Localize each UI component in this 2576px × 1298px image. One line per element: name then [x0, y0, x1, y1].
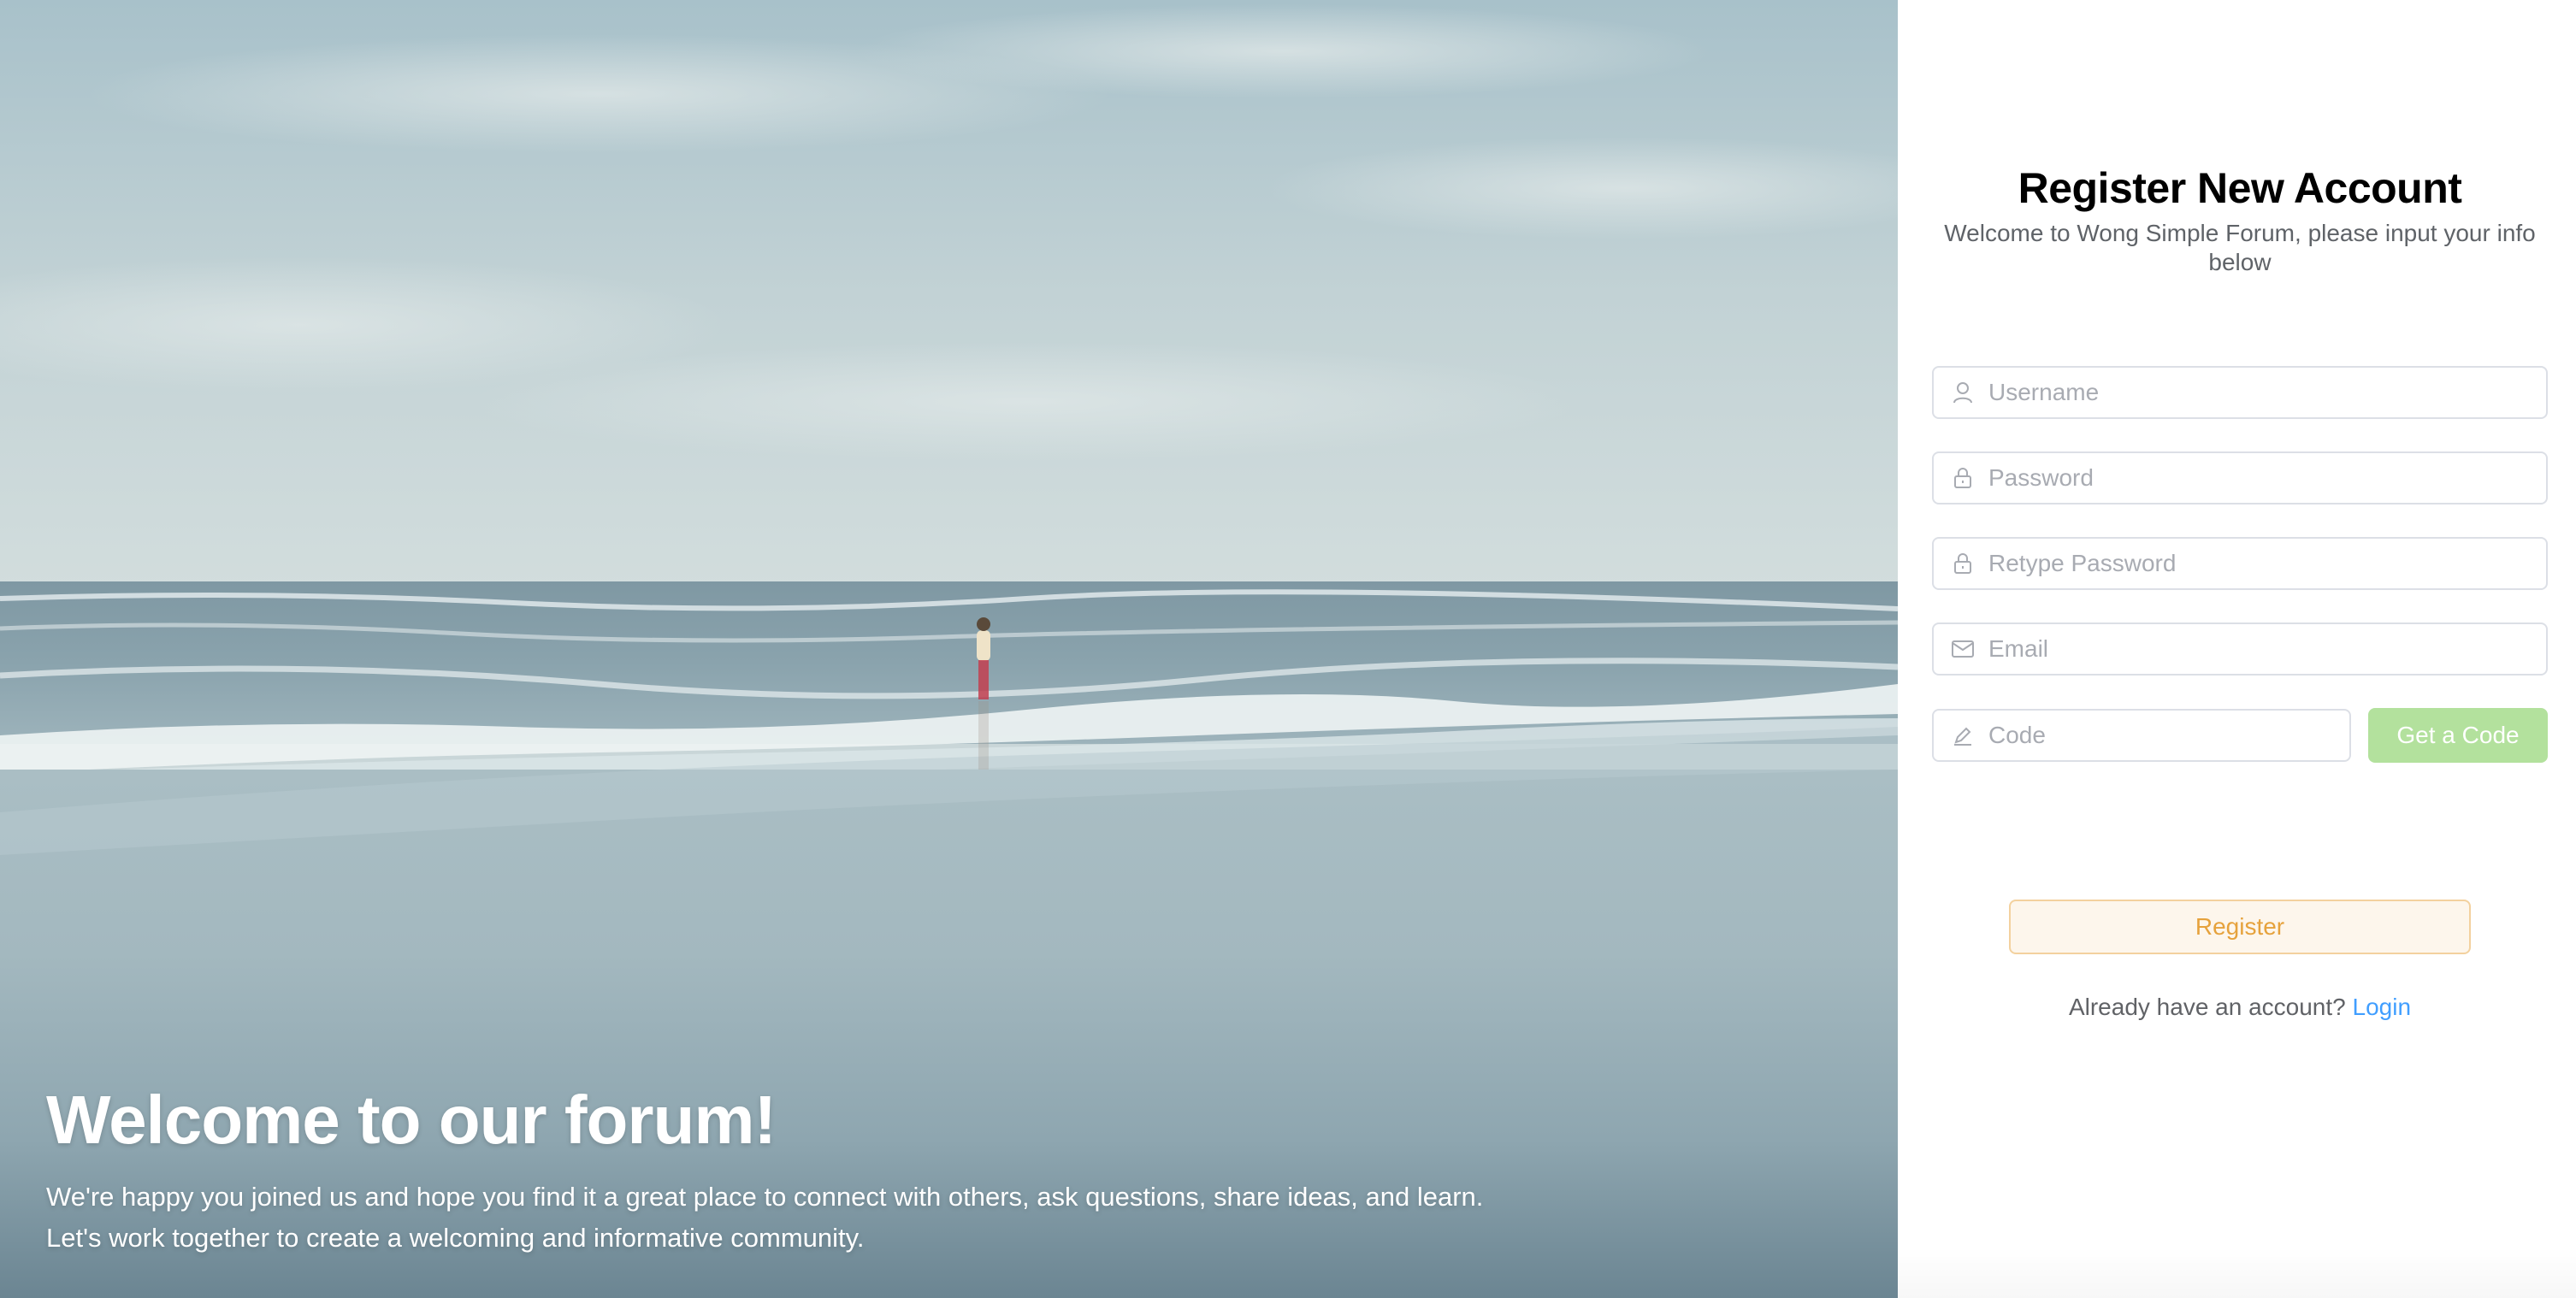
code-input[interactable] — [1988, 711, 2349, 760]
hero-title: Welcome to our forum! — [46, 1082, 777, 1158]
hero-subtitle-line-1: We're happy you joined us and hope you f… — [46, 1182, 1484, 1212]
username-field[interactable] — [1932, 366, 2548, 419]
lock-icon — [1951, 466, 1975, 490]
register-button[interactable]: Register — [2009, 900, 2471, 954]
password-field[interactable] — [1932, 451, 2548, 504]
register-form-container: Register New Account Welcome to Wong Sim… — [1932, 162, 2548, 1021]
username-input[interactable] — [1988, 368, 2546, 417]
register-panel: Register New Account Welcome to Wong Sim… — [1898, 0, 2576, 1298]
lock-icon — [1951, 552, 1975, 575]
email-input[interactable] — [1988, 624, 2546, 674]
pen-icon — [1951, 723, 1975, 747]
page-title: Register New Account — [2018, 164, 2462, 212]
hero-subtitle: We're happy you joined us and hope you f… — [46, 1177, 1483, 1259]
code-field[interactable] — [1932, 709, 2351, 762]
hero-subtitle-line-2: Let's work together to create a welcomin… — [46, 1223, 865, 1253]
panel-bottom-shade — [1898, 1247, 2576, 1298]
get-code-button[interactable]: Get a Code — [2368, 708, 2548, 763]
retype-password-field[interactable] — [1932, 537, 2548, 590]
register-form: Get a Code Register Already have an acco… — [1932, 366, 2548, 1021]
register-button-wrap: Register — [1932, 900, 2548, 954]
email-field[interactable] — [1932, 622, 2548, 676]
login-prompt: Already have an account? Login — [1932, 994, 2548, 1021]
login-prompt-text: Already have an account? — [2068, 994, 2346, 1020]
hero-text-block: Welcome to our forum! We're happy you jo… — [46, 1083, 1483, 1259]
register-page: Welcome to our forum! We're happy you jo… — [0, 0, 2576, 1298]
code-row: Get a Code — [1932, 708, 2548, 763]
hero-banner: Welcome to our forum! We're happy you jo… — [0, 0, 1898, 1298]
page-subtitle: Welcome to Wong Simple Forum, please inp… — [1944, 220, 2536, 275]
envelope-icon — [1951, 637, 1975, 661]
retype-password-input[interactable] — [1988, 539, 2546, 588]
password-input[interactable] — [1988, 453, 2546, 503]
user-icon — [1951, 381, 1975, 404]
login-link[interactable]: Login — [2353, 994, 2412, 1020]
